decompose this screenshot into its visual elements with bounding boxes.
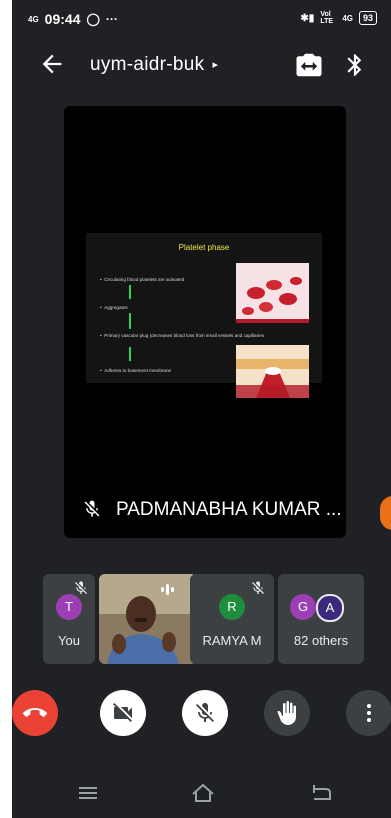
battery-indicator: 93	[358, 11, 377, 25]
arrow-left-icon[interactable]	[38, 50, 66, 78]
participant-tile-others[interactable]: G A 82 others	[278, 574, 364, 664]
bluetooth-icon[interactable]	[342, 50, 368, 80]
phone-hangup-icon	[23, 708, 47, 717]
speaker-name-bar: PADMANABHA KUMAR ...	[64, 491, 346, 531]
slide-illustration-vessel	[236, 345, 309, 398]
slide-illustration-platelets	[236, 263, 309, 323]
mic-toggle-button[interactable]	[182, 690, 228, 736]
more-vert-icon	[367, 704, 371, 722]
bluetooth-status-icon: ✱▮	[300, 12, 315, 24]
more-options-button[interactable]	[346, 690, 391, 736]
system-nav-bar	[12, 770, 391, 818]
raise-hand-button[interactable]	[264, 690, 310, 736]
slide-bullet-4: • Adheres to basement membrane	[100, 368, 172, 373]
whatsapp-icon: ◯	[86, 12, 100, 26]
network-indicator: 4G	[28, 14, 39, 24]
more-notifications-icon: ···	[105, 12, 118, 26]
home-icon[interactable]	[191, 782, 215, 804]
platelets-illustration-icon	[236, 263, 309, 323]
avatar: T	[56, 594, 82, 620]
slide-arrow	[129, 347, 131, 361]
mic-off-icon	[75, 581, 87, 594]
participant-label-you: You	[58, 633, 80, 648]
meeting-code[interactable]: uym-aidr-buk ▸	[90, 54, 218, 76]
main-speaker-video[interactable]: Platelet phase • Circulating blood plate…	[64, 106, 346, 538]
slide-arrow	[129, 313, 131, 329]
hand-icon	[277, 701, 296, 725]
slide-arrow	[129, 285, 131, 299]
camera-toggle-button[interactable]	[100, 690, 146, 736]
end-call-button[interactable]	[12, 690, 58, 736]
vessel-illustration-icon	[236, 345, 309, 398]
audio-level-icon	[161, 582, 183, 596]
mic-off-icon	[252, 581, 264, 594]
avatar: A	[316, 594, 344, 622]
mic-off-icon	[84, 500, 100, 517]
meet-screen: 4G 09:44 ◯ ··· ✱▮ Vol LTE 4G 93 uym-aidr…	[12, 0, 391, 818]
lte-indicator: Vol LTE	[320, 11, 334, 25]
meeting-code-text: uym-aidr-buk	[90, 54, 205, 75]
signal-indicator: 4G	[342, 13, 353, 23]
slide-bullet-3: • Primary vascular plug (decreases blood…	[100, 333, 264, 338]
meeting-details-caret-icon: ▸	[212, 59, 219, 71]
participant-label-ramya: RAMYA M	[202, 633, 262, 648]
slide-title: Platelet phase	[178, 243, 230, 252]
switch-camera-icon[interactable]	[294, 50, 324, 80]
slide-bullet-2: • Aggregates	[100, 305, 128, 310]
clock: 09:44	[44, 11, 81, 27]
participant-tile-video[interactable]	[99, 574, 197, 664]
back-nav-icon[interactable]	[310, 783, 332, 803]
participant-tile-ramya[interactable]: R RAMYA M	[190, 574, 274, 664]
mic-off-icon	[196, 703, 214, 722]
presentation-slide: Platelet phase • Circulating blood plate…	[86, 233, 322, 398]
participant-tile-you[interactable]: T You	[43, 574, 95, 664]
avatar: R	[219, 594, 245, 620]
videocam-off-icon	[113, 703, 132, 722]
status-bar: 4G 09:44 ◯ ··· ✱▮ Vol LTE 4G 93	[12, 0, 391, 38]
reactions-tab[interactable]	[380, 496, 391, 530]
recent-apps-icon[interactable]	[78, 784, 98, 802]
speaker-name: PADMANABHA KUMAR ...	[116, 499, 342, 520]
participant-label-others: 82 others	[293, 633, 349, 648]
slide-bullet-1: • Circulating blood platelets are activa…	[100, 277, 185, 282]
meeting-top-bar: uym-aidr-buk ▸	[12, 44, 391, 88]
avatar: G	[290, 594, 316, 620]
